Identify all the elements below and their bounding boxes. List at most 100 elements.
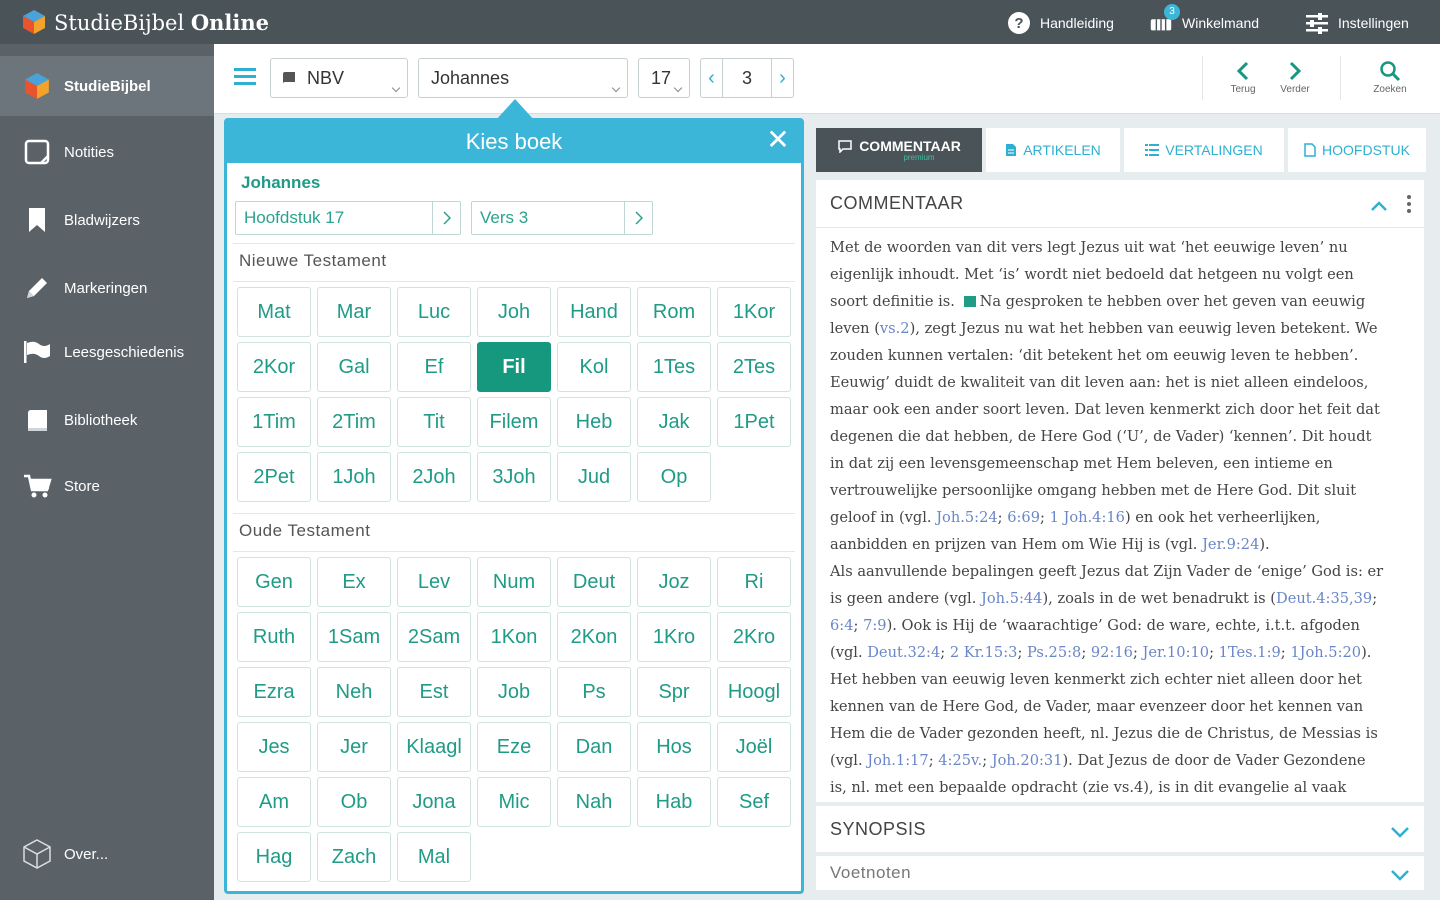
book-button-zach[interactable]: Zach xyxy=(317,832,391,882)
book-button-2kon[interactable]: 2Kon xyxy=(557,612,631,662)
book-button-hos[interactable]: Hos xyxy=(637,722,711,772)
book-button-hag[interactable]: Hag xyxy=(237,832,311,882)
verse-picker-select[interactable]: Vers 3 xyxy=(471,201,653,235)
book-button-nah[interactable]: Nah xyxy=(557,777,631,827)
book-button-jak[interactable]: Jak xyxy=(637,397,711,447)
book-button-1joh[interactable]: 1Joh xyxy=(317,452,391,502)
book-button-hab[interactable]: Hab xyxy=(637,777,711,827)
book-button-ob[interactable]: Ob xyxy=(317,777,391,827)
help-button[interactable]: ? Handleiding xyxy=(1006,9,1114,37)
book-button-spr[interactable]: Spr xyxy=(637,667,711,717)
scripture-reference-link[interactable]: Ps.25:8 xyxy=(1027,644,1081,661)
book-button-tit[interactable]: Tit xyxy=(397,397,471,447)
tab-commentaar[interactable]: COMMENTAAR premium xyxy=(816,128,982,172)
book-button-1sam[interactable]: 1Sam xyxy=(317,612,391,662)
book-button-joël[interactable]: Joël xyxy=(717,722,791,772)
book-button-1kro[interactable]: 1Kro xyxy=(637,612,711,662)
footnotes-section[interactable]: Voetnoten xyxy=(816,856,1424,890)
sidebar-item-markeringen[interactable]: Markeringen xyxy=(0,258,214,318)
book-button-ps[interactable]: Ps xyxy=(557,667,631,717)
book-button-1kor[interactable]: 1Kor xyxy=(717,287,791,337)
book-button-jona[interactable]: Jona xyxy=(397,777,471,827)
scripture-reference-link[interactable]: Deut.32:4 xyxy=(867,644,940,661)
book-button-gal[interactable]: Gal xyxy=(317,342,391,392)
book-button-am[interactable]: Am xyxy=(237,777,311,827)
book-button-dan[interactable]: Dan xyxy=(557,722,631,772)
book-button-luc[interactable]: Luc xyxy=(397,287,471,337)
book-button-op[interactable]: Op xyxy=(637,452,711,502)
book-button-ezra[interactable]: Ezra xyxy=(237,667,311,717)
book-button-deut[interactable]: Deut xyxy=(557,557,631,607)
book-button-lev[interactable]: Lev xyxy=(397,557,471,607)
book-select[interactable]: Johannes xyxy=(418,58,628,98)
book-button-job[interactable]: Job xyxy=(477,667,551,717)
book-button-2pet[interactable]: 2Pet xyxy=(237,452,311,502)
translation-select[interactable]: NBV xyxy=(270,58,408,98)
scripture-reference-link[interactable]: Joh.5:44 xyxy=(981,590,1042,607)
scripture-reference-link[interactable]: 7:9 xyxy=(863,617,887,634)
book-button-neh[interactable]: Neh xyxy=(317,667,391,717)
tab-hoofdstuk[interactable]: HOOFDSTUK xyxy=(1288,128,1426,172)
sidebar-item-store[interactable]: Store xyxy=(0,456,214,516)
settings-button[interactable]: Instellingen xyxy=(1304,9,1409,37)
sidebar-item-studiebijbel[interactable]: StudieBijbel xyxy=(0,56,214,116)
book-button-ri[interactable]: Ri xyxy=(717,557,791,607)
book-button-2sam[interactable]: 2Sam xyxy=(397,612,471,662)
sidebar-item-bibliotheek[interactable]: Bibliotheek xyxy=(0,390,214,450)
book-button-jud[interactable]: Jud xyxy=(557,452,631,502)
book-button-1tim[interactable]: 1Tim xyxy=(237,397,311,447)
book-button-3joh[interactable]: 3Joh xyxy=(477,452,551,502)
book-button-ex[interactable]: Ex xyxy=(317,557,391,607)
book-button-2tim[interactable]: 2Tim xyxy=(317,397,391,447)
book-button-jes[interactable]: Jes xyxy=(237,722,311,772)
scripture-reference-link[interactable]: Jer.9:24 xyxy=(1202,536,1259,553)
book-button-ruth[interactable]: Ruth xyxy=(237,612,311,662)
book-button-2kro[interactable]: 2Kro xyxy=(717,612,791,662)
scripture-reference-link[interactable]: 1Joh.5:20 xyxy=(1290,644,1361,661)
back-button[interactable]: Terug xyxy=(1213,58,1273,104)
book-button-1tes[interactable]: 1Tes xyxy=(637,342,711,392)
book-button-kol[interactable]: Kol xyxy=(557,342,631,392)
note-marker-icon[interactable] xyxy=(963,296,976,307)
tab-vertalingen[interactable]: VERTALINGEN xyxy=(1124,128,1284,172)
book-button-1kon[interactable]: 1Kon xyxy=(477,612,551,662)
book-button-hoogl[interactable]: Hoogl xyxy=(717,667,791,717)
scripture-reference-link[interactable]: Jer.10:10 xyxy=(1143,644,1210,661)
scripture-reference-link[interactable]: Joh.1:17 xyxy=(867,752,928,769)
scripture-reference-link[interactable]: 6:4 xyxy=(830,617,854,634)
next-verse-button[interactable]: › xyxy=(771,59,793,97)
book-button-hand[interactable]: Hand xyxy=(557,287,631,337)
book-button-2kor[interactable]: 2Kor xyxy=(237,342,311,392)
chevron-up-icon[interactable] xyxy=(1370,196,1388,217)
book-button-joh[interactable]: Joh xyxy=(477,287,551,337)
book-button-mic[interactable]: Mic xyxy=(477,777,551,827)
book-button-fil[interactable]: Fil xyxy=(477,342,551,392)
close-icon[interactable]: ✕ xyxy=(763,125,793,155)
synopsis-section[interactable]: SYNOPSIS xyxy=(816,806,1424,852)
scripture-reference-link[interactable]: vs.2 xyxy=(880,320,910,337)
scripture-reference-link[interactable]: 2 Kr.15:3 xyxy=(950,644,1018,661)
scripture-reference-link[interactable]: Joh.5:24 xyxy=(936,509,997,526)
chapter-select[interactable]: 17 xyxy=(638,58,690,98)
book-button-klaagl[interactable]: Klaagl xyxy=(397,722,471,772)
sidebar-item-bladwijzers[interactable]: Bladwijzers xyxy=(0,190,214,250)
scripture-reference-link[interactable]: Deut.4:35,39 xyxy=(1276,590,1372,607)
scripture-reference-link[interactable]: 1 Joh.4:16 xyxy=(1050,509,1125,526)
tab-artikelen[interactable]: ARTIKELEN xyxy=(986,128,1120,172)
book-button-eze[interactable]: Eze xyxy=(477,722,551,772)
chapter-picker-select[interactable]: Hoofdstuk 17 xyxy=(235,201,461,235)
book-button-mat[interactable]: Mat xyxy=(237,287,311,337)
forward-button[interactable]: Verder xyxy=(1265,58,1325,104)
book-button-sef[interactable]: Sef xyxy=(717,777,791,827)
cart-button[interactable]: 3 Winkelmand xyxy=(1148,4,1259,37)
book-button-ef[interactable]: Ef xyxy=(397,342,471,392)
book-button-est[interactable]: Est xyxy=(397,667,471,717)
book-button-gen[interactable]: Gen xyxy=(237,557,311,607)
sidebar-item-notities[interactable]: Notities xyxy=(0,122,214,182)
search-button[interactable]: Zoeken xyxy=(1360,58,1420,104)
book-button-jer[interactable]: Jer xyxy=(317,722,391,772)
book-button-mar[interactable]: Mar xyxy=(317,287,391,337)
book-button-1pet[interactable]: 1Pet xyxy=(717,397,791,447)
sidebar-item-leesgeschiedenis[interactable]: Leesgeschiedenis xyxy=(0,322,214,382)
book-button-2tes[interactable]: 2Tes xyxy=(717,342,791,392)
